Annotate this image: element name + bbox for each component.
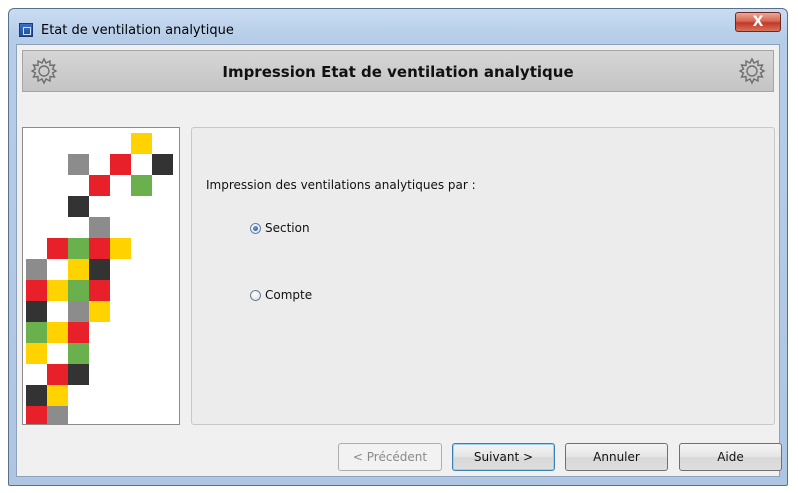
mosaic-tile <box>26 343 47 364</box>
wizard-side-graphic <box>22 127 180 425</box>
mosaic-tile <box>110 154 131 175</box>
title-bar[interactable]: Etat de ventilation analytique X <box>9 9 787 45</box>
mosaic-tile <box>68 301 89 322</box>
radio-section[interactable]: Section <box>250 221 310 235</box>
mosaic-tile <box>26 322 47 343</box>
mosaic-tile <box>89 301 110 322</box>
radio-button-checked[interactable] <box>250 222 261 234</box>
mosaic-tile <box>152 154 173 175</box>
mosaic-tile <box>26 385 47 406</box>
mosaic-tile <box>89 175 110 196</box>
cancel-button[interactable]: Annuler <box>565 443 668 471</box>
dialog-window: Etat de ventilation analytique X Impress… <box>8 8 788 486</box>
wizard-title: Impression Etat de ventilation analytiqu… <box>222 63 574 81</box>
mosaic-tile <box>26 406 47 424</box>
mosaic-tile <box>68 154 89 175</box>
mosaic-tile <box>89 238 110 259</box>
previous-button[interactable]: < Précédent <box>338 443 442 471</box>
radio-label-section: Section <box>265 221 310 235</box>
window-title: Etat de ventilation analytique <box>41 23 234 38</box>
close-button[interactable]: X <box>735 12 781 32</box>
mosaic-tile <box>89 217 110 238</box>
radio-button-unchecked[interactable] <box>250 289 261 301</box>
mosaic-tile <box>68 343 89 364</box>
mosaic-tile <box>26 301 47 322</box>
mosaic-tile <box>47 364 68 385</box>
mosaic-tile <box>89 259 110 280</box>
mosaic-tile <box>68 364 89 385</box>
mosaic-tile <box>47 238 68 259</box>
mosaic-tile <box>68 196 89 217</box>
options-prompt: Impression des ventilations analytiques … <box>206 178 476 192</box>
mosaic-tile <box>89 280 110 301</box>
mosaic-tile <box>68 238 89 259</box>
mosaic-tile <box>68 259 89 280</box>
dialog-client-area: Impression Etat de ventilation analytiqu… <box>16 44 782 477</box>
help-button[interactable]: Aide <box>679 443 782 471</box>
mosaic-tile <box>131 175 152 196</box>
mosaic-tile <box>68 322 89 343</box>
mosaic-tile <box>110 238 131 259</box>
radio-compte[interactable]: Compte <box>250 288 312 302</box>
mosaic-tile <box>47 280 68 301</box>
mosaic-tile <box>47 322 68 343</box>
mosaic-tile <box>47 385 68 406</box>
mosaic-tile <box>26 280 47 301</box>
mosaic-tile <box>68 280 89 301</box>
mosaic-tile <box>131 133 152 154</box>
mosaic-tile <box>26 259 47 280</box>
gear-icon <box>738 57 766 85</box>
app-icon <box>19 23 33 37</box>
wizard-header: Impression Etat de ventilation analytiqu… <box>22 50 774 92</box>
radio-label-compte: Compte <box>265 288 313 302</box>
next-button[interactable]: Suivant > <box>452 443 555 471</box>
mosaic-tile <box>47 406 68 424</box>
mosaic-logo <box>26 133 173 424</box>
wizard-content: Impression des ventilations analytiques … <box>191 127 775 425</box>
